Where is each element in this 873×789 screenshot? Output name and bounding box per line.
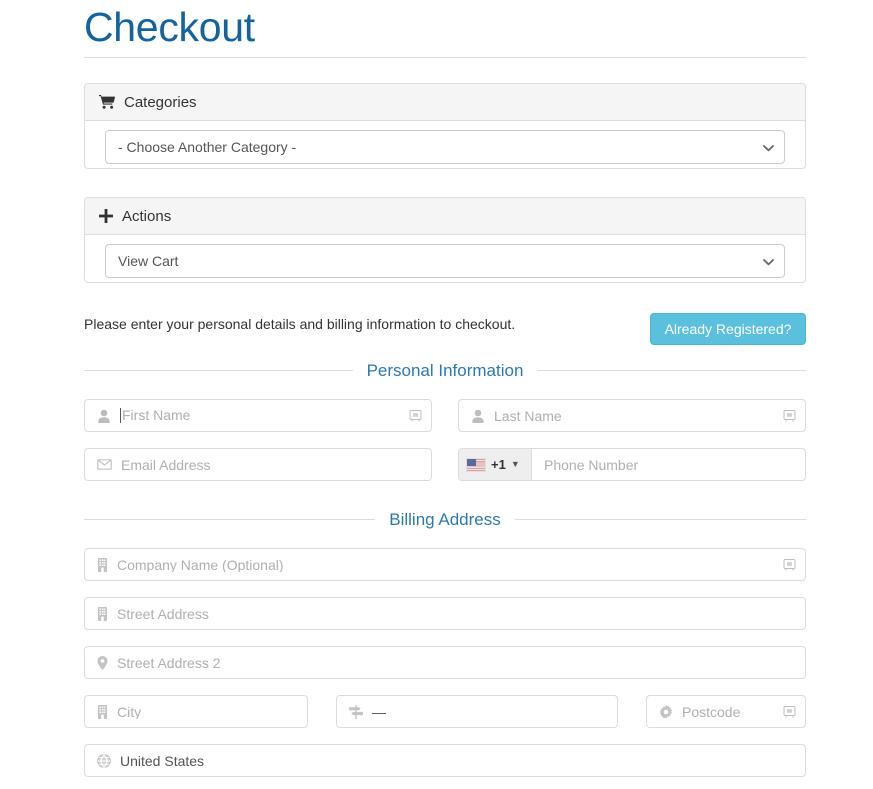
- checkout-page: Checkout Categories - Choose Another Cat…: [0, 0, 873, 789]
- plus-icon: [99, 209, 113, 223]
- phone-placeholder: Phone Number: [544, 456, 639, 473]
- categories-panel-body: - Choose Another Category -: [85, 121, 805, 173]
- state-field[interactable]: —: [336, 695, 618, 728]
- billing-address-label: Billing Address: [389, 509, 501, 529]
- user-icon: [97, 409, 111, 423]
- phone-dial-code: +1: [491, 457, 506, 472]
- building-icon: [97, 606, 108, 621]
- email-placeholder: Email Address: [121, 457, 211, 472]
- email-field[interactable]: Email Address: [84, 448, 432, 481]
- country-field[interactable]: United States: [84, 744, 806, 777]
- billing-address-legend: Billing Address: [84, 508, 807, 530]
- title-divider: [84, 57, 806, 58]
- actions-panel-title: Actions: [122, 207, 172, 225]
- map-marker-icon: [97, 655, 108, 670]
- building-icon: [97, 557, 108, 572]
- personal-information-label: Personal Information: [366, 360, 524, 380]
- first-name-placeholder: First Name: [120, 408, 399, 423]
- page-title: Checkout: [84, 4, 255, 50]
- shopping-cart-icon: [99, 95, 115, 109]
- autofill-icon[interactable]: [782, 557, 797, 572]
- company-name-field[interactable]: Company Name (Optional): [84, 548, 806, 581]
- legend-rule-right: [537, 369, 806, 371]
- last-name-placeholder: Last Name: [494, 408, 562, 423]
- autofill-icon[interactable]: [408, 408, 423, 423]
- building-icon: [97, 704, 108, 719]
- user-icon: [471, 409, 485, 423]
- legend-rule-right: [514, 518, 807, 520]
- legend-rule-left: [84, 518, 376, 520]
- first-name-placeholder-text: First Name: [122, 408, 191, 423]
- gear-icon: [659, 704, 673, 719]
- text-cursor: [120, 408, 121, 423]
- postcode-placeholder: Postcode: [682, 704, 741, 719]
- globe-icon: [97, 753, 111, 768]
- state-value: —: [372, 704, 386, 719]
- phone-field-group[interactable]: +1 ▼ Phone Number: [458, 448, 806, 481]
- categories-panel: Categories - Choose Another Category -: [84, 83, 806, 169]
- already-registered-button[interactable]: Already Registered?: [650, 313, 806, 345]
- us-flag-icon: [466, 457, 486, 472]
- city-field[interactable]: City: [84, 695, 308, 728]
- actions-panel-body: View Cart: [85, 235, 805, 287]
- map-signs-icon: [349, 704, 363, 719]
- autofill-icon[interactable]: [782, 704, 797, 719]
- envelope-icon: [97, 459, 112, 470]
- personal-information-legend: Personal Information: [84, 359, 806, 381]
- phone-country-selector[interactable]: +1 ▼: [459, 449, 532, 480]
- action-select[interactable]: View Cart: [105, 244, 785, 278]
- categories-panel-heading: Categories: [85, 84, 805, 121]
- legend-rule-left: [84, 369, 353, 371]
- autofill-icon[interactable]: [782, 408, 797, 423]
- last-name-field[interactable]: Last Name: [458, 399, 806, 432]
- postcode-field[interactable]: Postcode: [646, 695, 806, 728]
- first-name-field[interactable]: First Name: [84, 399, 432, 432]
- street-address-2-field[interactable]: Street Address 2: [84, 646, 806, 679]
- country-value: United States: [120, 753, 205, 768]
- phone-number-input[interactable]: Phone Number: [532, 449, 805, 480]
- category-select[interactable]: - Choose Another Category -: [105, 130, 785, 164]
- caret-down-icon: ▼: [510, 459, 520, 469]
- street-address-2-placeholder: Street Address 2: [117, 655, 221, 670]
- street-address-field[interactable]: Street Address: [84, 597, 806, 630]
- actions-panel: Actions View Cart: [84, 197, 806, 283]
- category-select-wrapper: - Choose Another Category -: [105, 130, 785, 164]
- checkout-instructions: Please enter your personal details and b…: [84, 316, 516, 332]
- action-select-wrapper: View Cart: [105, 244, 785, 278]
- company-name-placeholder: Company Name (Optional): [117, 557, 284, 572]
- actions-panel-heading: Actions: [85, 198, 805, 235]
- street-address-placeholder: Street Address: [117, 606, 209, 621]
- city-placeholder: City: [117, 704, 142, 719]
- categories-panel-title: Categories: [124, 93, 197, 111]
